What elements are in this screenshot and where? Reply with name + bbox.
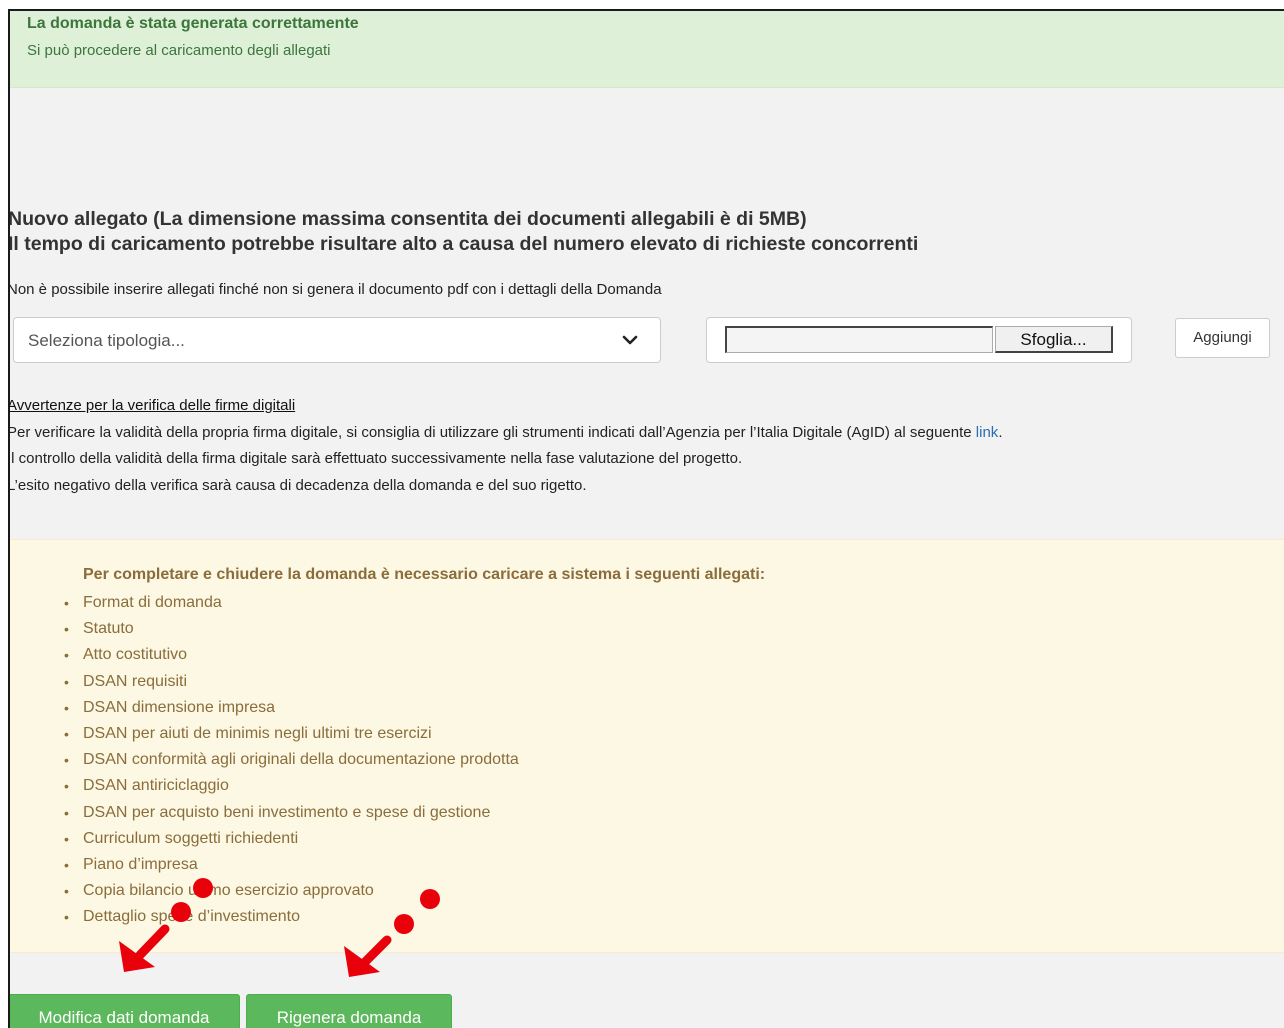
required-attachment-item: • Format di domanda [64,593,519,619]
regenerate-application-button[interactable]: Rigenera domanda [246,994,452,1028]
required-attachment-item: • Dettaglio spese d’investimento [64,907,519,933]
required-attachment-item: • Piano d’impresa [64,855,519,881]
required-attachment-item: • DSAN conformità agli originali della do… [64,750,519,776]
required-attachments-panel: Per completare e chiudere la domanda è n… [10,539,1284,953]
upload-heading-line2: Il tempo di caricamento potrebbe risulta… [8,233,919,255]
add-attachment-button[interactable]: Aggiungi [1175,318,1270,358]
select-placeholder: Seleziona tipologia... [28,331,185,350]
success-subtitle: Si può procedere al caricamento degli al… [27,42,331,59]
required-attachment-label: Atto costitutivo [83,646,188,664]
required-attachments-title: Per completare e chiudere la domanda è n… [83,566,766,583]
bullet: • [64,621,69,638]
warning-line-1-end: . [998,424,1003,441]
required-attachment-item: • DSAN per aiuti de minimis negli ultimi … [64,724,519,750]
signature-warnings-title: Avvertenze per la verifica delle firme d… [8,397,296,414]
signature-warning-line-3: L’esito negativo della verifica sarà cau… [8,477,587,494]
required-attachment-item: • Curriculum soggetti richiedenti [64,829,519,855]
required-attachment-item: • DSAN antiriciclaggio [64,776,519,802]
required-attachment-label: DSAN per acquisto beni investimento e sp… [83,803,491,821]
required-attachment-label: Statuto [83,620,134,638]
bullet: • [64,595,69,611]
agid-link[interactable]: link [976,424,999,441]
required-attachment-item: • Statuto [64,619,519,645]
required-attachment-item: • DSAN per acquisto beni investimento e s… [64,803,519,829]
bullet: • [64,699,69,716]
required-attachment-label: DSAN antiriciclaggio [83,777,229,795]
bullet: • [64,752,69,769]
required-attachment-label: Piano d’impresa [83,855,198,873]
modify-application-button[interactable]: Modifica dati domanda [10,994,240,1028]
bullet: • [64,778,69,795]
required-attachment-label: DSAN requisiti [83,672,188,690]
file-input-group: Sfoglia... [706,317,1132,363]
required-attachment-item: • DSAN dimensione impresa [64,698,519,724]
required-attachment-label: Dettaglio spese d’investimento [83,908,301,926]
attachment-type-select[interactable]: Seleziona tipologia... [13,317,661,363]
required-attachment-label: DSAN per aiuti de minimis negli ultimi t… [83,724,432,742]
upload-note: Non è possibile inserire allegati finché… [8,281,662,298]
required-attachment-item: • Copia bilancio ultimo esercizio approva… [64,881,519,907]
success-title: La domanda è stata generata correttament… [27,15,359,32]
required-attachment-label: Copia bilancio ultimo esercizio approvat… [83,882,374,900]
required-attachment-label: DSAN conformità agli originali della doc… [83,751,519,769]
bullet: • [64,647,69,664]
bullet: • [64,673,69,690]
success-alert: La domanda è stata generata correttament… [10,11,1284,88]
required-attachment-label: Curriculum soggetti richiedenti [83,829,299,847]
required-attachment-label: DSAN dimensione impresa [83,698,276,716]
bullet: • [64,830,69,847]
upload-heading: Nuovo allegato (La dimensione massima co… [8,207,919,257]
chevron-down-icon [622,335,638,345]
browse-button[interactable]: Sfoglia... [995,326,1113,353]
file-path-field[interactable] [725,326,993,353]
signature-warning-line-1: Per verificare la validità della propria… [8,424,1003,441]
signature-warning-line-2: Il controllo della validità della firma … [8,450,743,467]
bullet: • [64,804,69,821]
bullet: • [64,883,69,900]
bullet: • [64,909,69,926]
bullet: • [64,856,69,873]
warning-line-1-text: Per verificare la validità della propria… [8,424,976,441]
page-frame: La domanda è stata generata correttament… [8,9,1284,1028]
required-attachment-label: Format di domanda [83,594,222,611]
required-attachments-list: • Format di domanda • Statuto • Atto costitut… [64,593,519,933]
bullet: • [64,725,69,742]
required-attachment-item: • DSAN requisiti [64,672,519,698]
upload-heading-line1: Nuovo allegato (La dimensione massima co… [8,208,807,230]
required-attachment-item: • Atto costitutivo [64,645,519,671]
